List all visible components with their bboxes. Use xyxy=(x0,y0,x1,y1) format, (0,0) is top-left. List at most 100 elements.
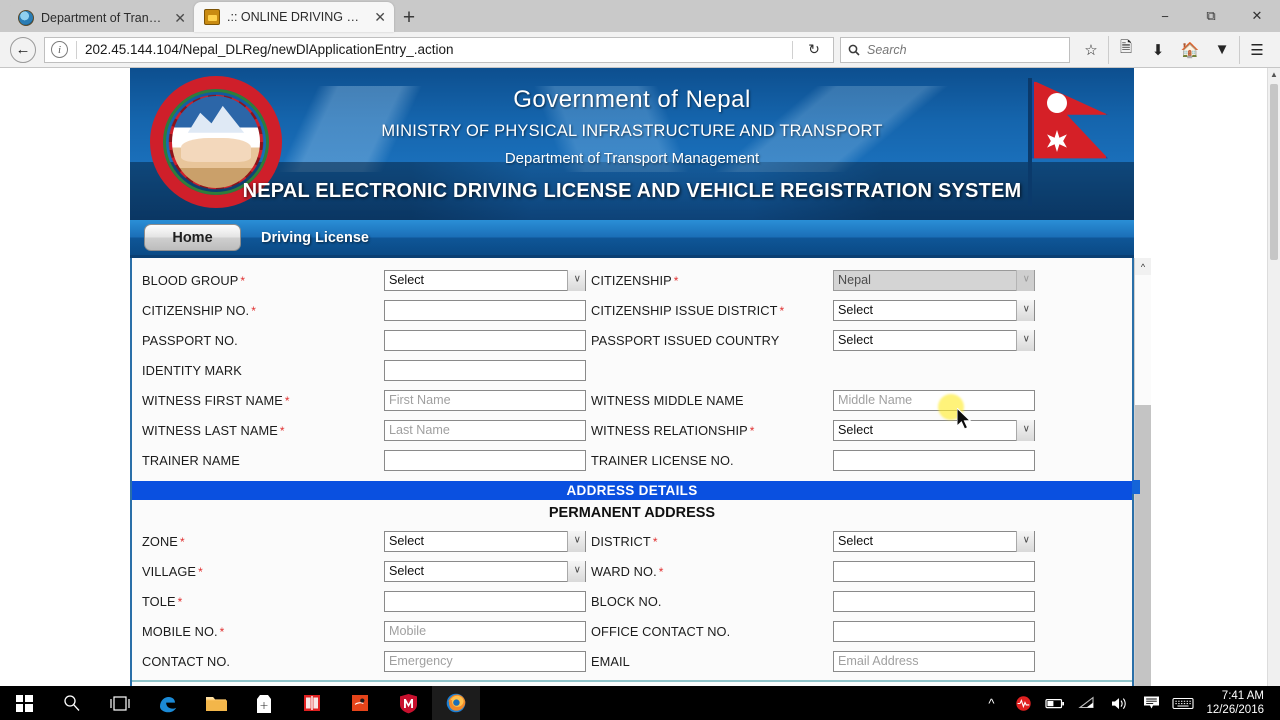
nav-item-driving-license[interactable]: Driving License xyxy=(249,230,381,246)
security-icon[interactable] xyxy=(1008,686,1038,720)
volume-icon[interactable] xyxy=(1104,686,1134,720)
library-icon[interactable]: 🗎 xyxy=(1111,36,1141,64)
input-email[interactable]: Email Address xyxy=(833,651,1035,672)
scroll-up-icon[interactable]: ^ xyxy=(1135,258,1151,275)
select-passport-issued-country[interactable]: Select∨ xyxy=(833,330,1035,351)
scrollbar-track[interactable] xyxy=(1135,405,1151,686)
select-value: Select xyxy=(389,273,424,287)
chevron-down-icon: ∨ xyxy=(1023,536,1030,546)
select-value: Nepal xyxy=(838,273,871,287)
field-wrap: Select∨ xyxy=(833,300,1035,321)
close-window-icon[interactable]: ✕ xyxy=(1234,0,1280,32)
input-witness-first-name[interactable]: First Name xyxy=(384,390,586,411)
input-office-contact-no[interactable] xyxy=(833,621,1035,642)
form-row: MOBILE NO.*MobileOFFICE CONTACT NO. xyxy=(132,616,1132,646)
battery-icon[interactable] xyxy=(1040,686,1070,720)
wifi-icon[interactable] xyxy=(1072,686,1102,720)
adobe-reader-icon[interactable] xyxy=(336,686,384,720)
search-glyph xyxy=(63,694,81,712)
form-cell: PASSPORT NO. xyxy=(132,330,586,351)
field-wrap: Nepal∨ xyxy=(833,270,1035,291)
wifi-glyph xyxy=(1078,696,1096,710)
select-zone[interactable]: Select∨ xyxy=(384,531,586,552)
field-label: CITIZENSHIP NO.* xyxy=(132,303,384,318)
select-village[interactable]: Select∨ xyxy=(384,561,586,582)
maximize-icon[interactable]: ⧉ xyxy=(1188,0,1234,32)
page-scrollbar[interactable]: ▲ xyxy=(1267,68,1280,686)
action-center-icon[interactable] xyxy=(1136,686,1166,720)
show-hidden-icons[interactable]: ^ xyxy=(976,686,1006,720)
select-witness-relationship[interactable]: Select∨ xyxy=(833,420,1035,441)
field-wrap: Mobile xyxy=(384,621,586,642)
input-witness-last-name[interactable]: Last Name xyxy=(384,420,586,441)
form-cell: DISTRICT*Select∨ xyxy=(586,531,1035,552)
download-icon[interactable]: ⬇ xyxy=(1143,36,1173,64)
select-value: Select xyxy=(838,303,873,317)
address-bar[interactable]: i 202.45.144.104/Nepal_DLReg/newDlApplic… xyxy=(44,37,834,63)
edge-icon[interactable] xyxy=(144,686,192,720)
input-tole[interactable] xyxy=(384,591,586,612)
tab-title: .:: ONLINE DRIVING LICEN... xyxy=(227,10,363,24)
windows-taskbar: ^ xyxy=(0,686,1280,720)
input-value: Email Address xyxy=(838,654,919,668)
input-trainer-name[interactable] xyxy=(384,450,586,471)
field-wrap xyxy=(833,561,1035,582)
file-explorer-icon[interactable] xyxy=(192,686,240,720)
search-bar[interactable]: Search xyxy=(840,37,1070,63)
field-label: OFFICE CONTACT NO. xyxy=(586,624,833,639)
menu-icon[interactable]: ☰ xyxy=(1242,36,1272,64)
office-icon[interactable] xyxy=(288,686,336,720)
folder-glyph xyxy=(205,694,228,713)
back-button[interactable]: ← xyxy=(8,35,38,65)
minimize-icon[interactable]: − xyxy=(1142,0,1188,32)
windows-start-icon[interactable] xyxy=(0,686,48,720)
field-wrap: First Name xyxy=(384,390,586,411)
select-district[interactable]: Select∨ xyxy=(833,531,1035,552)
scrollbar-thumb[interactable] xyxy=(1135,275,1151,405)
search-icon xyxy=(848,44,860,56)
star-icon[interactable]: ☆ xyxy=(1076,36,1106,64)
input-passport-no[interactable] xyxy=(384,330,586,351)
select-blood-group[interactable]: Select∨ xyxy=(384,270,586,291)
page-scrollbar-thumb[interactable] xyxy=(1270,84,1278,260)
input-trainer-license-no[interactable] xyxy=(833,450,1035,471)
form-cell: WITNESS LAST NAME*Last Name xyxy=(132,420,586,441)
field-wrap xyxy=(384,591,586,612)
browser-tab-1[interactable]: .:: ONLINE DRIVING LICEN... ✕ xyxy=(194,2,394,32)
input-ward-no[interactable] xyxy=(833,561,1035,582)
taskbar-clock[interactable]: 7:41 AM 12/26/2016 xyxy=(1200,689,1272,717)
required-marker: * xyxy=(653,535,658,549)
new-tab-button[interactable]: + xyxy=(394,4,424,32)
input-block-no[interactable] xyxy=(833,591,1035,612)
form-cell: CONTACT NO.Emergency xyxy=(132,651,586,672)
home-icon[interactable]: 🏠 xyxy=(1175,36,1205,64)
form-scrollbar[interactable]: ^ xyxy=(1134,258,1151,686)
scroll-up-icon[interactable]: ▲ xyxy=(1268,68,1280,81)
pocket-icon[interactable]: ▼ xyxy=(1207,36,1237,64)
mcafee-icon[interactable] xyxy=(384,686,432,720)
keyboard-icon[interactable] xyxy=(1168,686,1198,720)
browser-tab-0[interactable]: Department of Transport ... ✕ xyxy=(8,4,194,32)
input-citizenship-no[interactable] xyxy=(384,300,586,321)
address-details-header: ADDRESS DETAILS xyxy=(132,481,1132,500)
field-label: WITNESS MIDDLE NAME xyxy=(586,393,833,408)
search-icon[interactable] xyxy=(48,686,96,720)
input-contact-no[interactable]: Emergency xyxy=(384,651,586,672)
form-cell: OFFICE CONTACT NO. xyxy=(586,621,1035,642)
tab-close-icon[interactable]: ✕ xyxy=(374,10,386,24)
nav-item-home[interactable]: Home xyxy=(144,224,241,251)
form-panel: BLOOD GROUP*Select∨CITIZENSHIP*Nepal∨CIT… xyxy=(130,258,1134,686)
reload-icon[interactable]: ↻ xyxy=(801,39,827,61)
task-view-icon[interactable] xyxy=(96,686,144,720)
chevron-down-icon: ∨ xyxy=(574,536,581,546)
input-witness-middle-name[interactable]: Middle Name xyxy=(833,390,1035,411)
firefox-icon[interactable] xyxy=(432,686,480,720)
input-identity-mark[interactable] xyxy=(384,360,586,381)
tab-close-icon[interactable]: ✕ xyxy=(174,11,186,25)
site-info-icon[interactable]: i xyxy=(51,41,68,58)
field-label: EMAIL xyxy=(586,654,833,669)
required-marker: * xyxy=(180,535,185,549)
select-citizenship-issue-district[interactable]: Select∨ xyxy=(833,300,1035,321)
input-mobile-no[interactable]: Mobile xyxy=(384,621,586,642)
microsoft-store-icon[interactable] xyxy=(240,686,288,720)
